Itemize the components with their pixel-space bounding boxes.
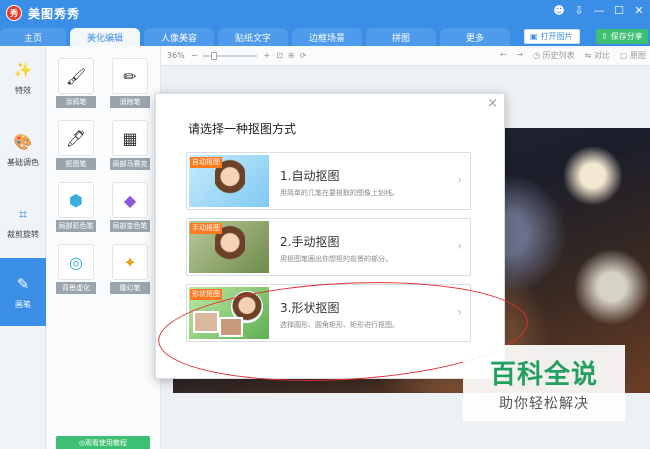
tool-label: 局部马赛克 [110, 158, 150, 170]
option-description: 用简单的几笔在要抠取的图像上划线。 [280, 189, 399, 197]
app-title: 美图秀秀 [28, 6, 81, 21]
cutout-pen-icon: 🖊 [58, 120, 94, 156]
tab-home[interactable]: 主页 [0, 28, 66, 46]
tab-frames[interactable]: 边框场景 [292, 28, 362, 46]
eraser-pen-icon: ✏ [112, 58, 148, 94]
history-label: 历史列表 [542, 51, 575, 60]
save-icon: ⇪ [601, 32, 608, 41]
toolbar-right: ← → ◷ 历史列表 ⇋ 对比 ▢ 原图 [500, 50, 646, 61]
tab-collage[interactable]: 拼图 [366, 28, 436, 46]
compare-button[interactable]: ⇋ 对比 [585, 50, 610, 61]
title-bar: 秀 美图秀秀 ☻ ⇩ — ☐ ✕ [0, 0, 650, 26]
manual-cutout-thumbnail: 手动抠图 [189, 221, 269, 273]
tool-doodle-pen[interactable]: 🖌 涂鸦笔 [56, 58, 96, 110]
image-icon: ▣ [530, 32, 538, 41]
tool-local-mosaic[interactable]: ▦ 局部马赛克 [110, 120, 150, 172]
save-share-label: 保存分享 [610, 32, 643, 41]
option-description: 用抠图笔圈出你想抠的前景的部分。 [280, 255, 392, 263]
tool-local-recolor-pen[interactable]: ◆ 局部变色笔 [110, 182, 150, 234]
tool-eraser-pen[interactable]: ✏ 消除笔 [110, 58, 150, 110]
menu-dropdown-icon[interactable]: ⇩ [572, 4, 586, 17]
dialog-title: 请选择一种抠图方式 [188, 122, 297, 136]
chevron-right-icon: › [457, 173, 462, 187]
original-label: 原图 [630, 51, 646, 60]
color-pen-icon: ⬢ [58, 182, 94, 218]
tool-label: 局部变色笔 [110, 220, 150, 232]
option-title: 2.手动抠图 [280, 235, 340, 249]
sidebar-item-crop-rotate[interactable]: ⌗ 裁剪旋转 [0, 190, 46, 254]
sidebar-item-effects[interactable]: ✨ 特效 [0, 46, 46, 110]
original-button[interactable]: ▢ 原图 [620, 50, 646, 61]
magic-wand-icon: ✨ [13, 60, 33, 79]
undo-icon[interactable]: ← [500, 50, 507, 61]
mosaic-icon: ▦ [112, 120, 148, 156]
tool-label: 背景虚化 [56, 282, 96, 294]
maximize-icon[interactable]: ☐ [612, 4, 626, 17]
close-icon[interactable]: ✕ [632, 4, 646, 17]
brush-tools-panel: 🖌 涂鸦笔 ✏ 消除笔 🖊 抠图笔 ▦ 局部马赛克 ⬢ 局部彩色笔 ◆ 局部变色… [46, 46, 161, 449]
view-tool-icons[interactable]: ⊡⊕⟳ [276, 51, 311, 60]
zoom-out-button[interactable]: − [191, 51, 198, 60]
tool-label: 抠图笔 [56, 158, 96, 170]
chevron-right-icon: › [457, 239, 462, 253]
zoom-slider-handle[interactable] [211, 51, 218, 60]
tab-more[interactable]: 更多 [440, 28, 510, 46]
option-tag: 手动抠图 [190, 223, 222, 234]
recolor-pen-icon: ◆ [112, 182, 148, 218]
category-sidebar: ✨ 特效 🎨 基础调色 ⌗ 裁剪旋转 ✎ 画笔 [0, 46, 46, 449]
palette-icon: 🎨 [13, 132, 33, 151]
tool-label: 局部彩色笔 [56, 220, 96, 232]
sidebar-item-label: 基础调色 [7, 157, 39, 167]
tab-edit[interactable]: 美化编辑 [70, 28, 140, 46]
tab-stickers-text[interactable]: 贴纸文字 [218, 28, 288, 46]
window-controls: ☻ ⇩ — ☐ ✕ [552, 4, 646, 17]
crop-icon: ⌗ [18, 204, 28, 223]
zoom-in-button[interactable]: + [263, 51, 270, 60]
tool-background-blur[interactable]: ◎ 背景虚化 [56, 244, 96, 296]
tool-label: 魔幻笔 [110, 282, 150, 294]
option-auto-cutout[interactable]: 自动抠图 1.自动抠图 用简单的几笔在要抠取的图像上划线。 › [186, 152, 471, 210]
compare-label: 对比 [593, 51, 610, 60]
open-image-label: 打开图片 [540, 32, 573, 41]
dialog-close-icon[interactable]: × [487, 96, 498, 111]
canvas-toolbar: 36% − + ⊡⊕⟳ ← → ◷ 历史列表 ⇋ 对比 ▢ 原图 [161, 46, 650, 66]
sidebar-item-label: 特效 [15, 85, 31, 95]
tool-local-color-pen[interactable]: ⬢ 局部彩色笔 [56, 182, 96, 234]
zoom-slider[interactable] [203, 51, 258, 60]
option-manual-cutout[interactable]: 手动抠图 2.手动抠图 用抠图笔圈出你想抠的前景的部分。 › [186, 218, 471, 276]
sidebar-item-label: 画笔 [15, 299, 31, 309]
watch-tutorial-button[interactable]: ◎观看使用教程 [56, 436, 150, 449]
brush-icon: ✎ [16, 274, 30, 293]
auto-cutout-thumbnail: 自动抠图 [189, 155, 269, 207]
zoom-level: 36% [167, 51, 185, 60]
option-tag: 形状抠图 [190, 289, 222, 300]
watermark-subtitle: 助你轻松解决 [499, 395, 589, 412]
sidebar-item-label: 裁剪旋转 [7, 229, 39, 239]
doodle-pen-icon: 🖌 [58, 58, 94, 94]
tool-cutout-pen[interactable]: 🖊 抠图笔 [56, 120, 96, 172]
redo-icon[interactable]: → [516, 50, 523, 61]
app-logo-icon: 秀 [6, 5, 22, 21]
watermark-title: 百科全说 [489, 359, 598, 390]
sidebar-item-brush[interactable]: ✎ 画笔 [0, 258, 46, 326]
tool-label: 消除笔 [110, 96, 150, 108]
watermark: 百科全说 助你轻松解决 [463, 345, 625, 421]
tool-magic-pen[interactable]: ✦ 魔幻笔 [110, 244, 150, 296]
tool-label: 涂鸦笔 [56, 96, 96, 108]
open-image-button[interactable]: ▣ 打开图片 [524, 29, 580, 44]
blur-icon: ◎ [58, 244, 94, 280]
option-title: 1.自动抠图 [280, 169, 340, 183]
history-button[interactable]: ◷ 历史列表 [533, 50, 575, 61]
minimize-icon[interactable]: — [592, 4, 606, 17]
magic-pen-icon: ✦ [112, 244, 148, 280]
tab-portrait[interactable]: 人像美容 [144, 28, 214, 46]
sidebar-item-basic-color[interactable]: 🎨 基础调色 [0, 118, 46, 182]
save-share-button[interactable]: ⇪ 保存分享 [596, 29, 648, 44]
skin-icon[interactable]: ☻ [552, 4, 566, 17]
option-tag: 自动抠图 [190, 157, 222, 168]
